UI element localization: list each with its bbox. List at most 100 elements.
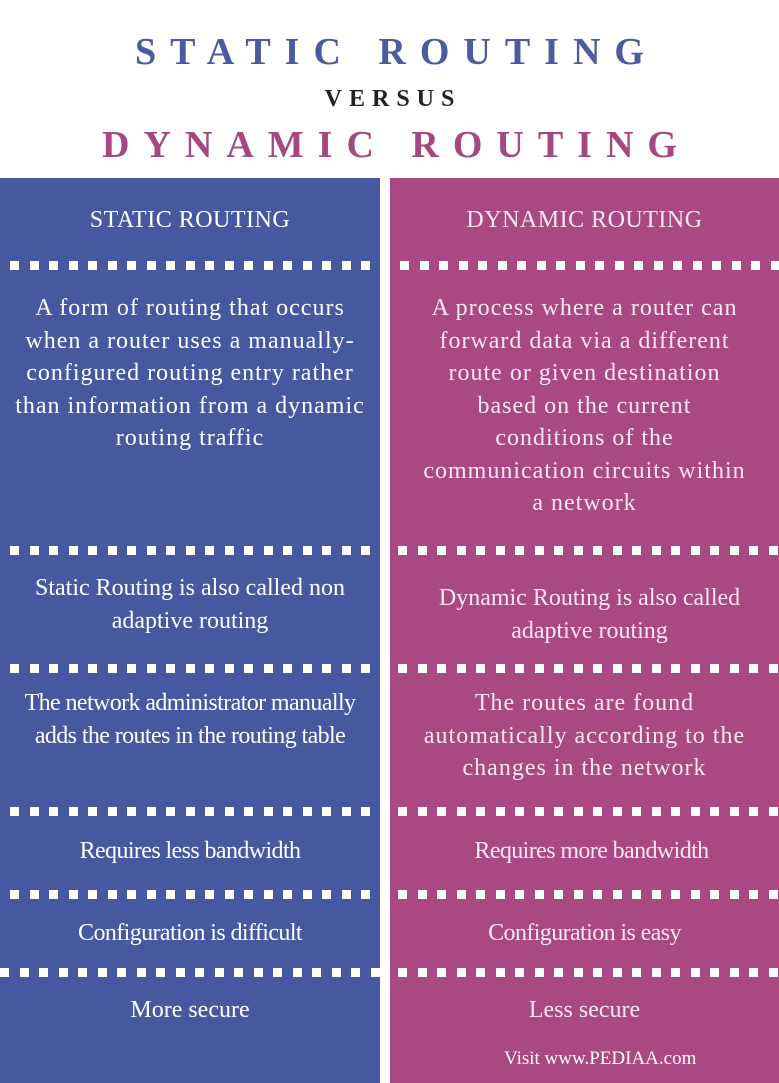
divider-dot xyxy=(146,807,156,816)
divider-dot xyxy=(107,546,117,555)
divider-dot xyxy=(146,664,156,673)
divider-dot xyxy=(78,968,87,977)
divider-dot xyxy=(456,968,466,977)
divider-dot xyxy=(593,890,602,899)
divider-dot xyxy=(651,664,661,673)
divider-dot xyxy=(632,807,641,816)
divider-dot xyxy=(49,890,58,899)
divider-dot xyxy=(517,261,526,270)
divider-dot xyxy=(224,807,234,816)
divider-dot xyxy=(768,807,778,816)
title-dynamic-routing: DYNAMIC ROUTING xyxy=(102,124,691,166)
divider-dot xyxy=(478,261,487,270)
divider-dot xyxy=(29,664,39,673)
divider-dot xyxy=(205,890,214,899)
divider-dot xyxy=(341,807,351,816)
static-route-entry: The network administrator manually adds … xyxy=(24,690,356,749)
divider-dot xyxy=(690,968,700,977)
divider-dot xyxy=(244,890,253,899)
divider-dot xyxy=(573,664,583,673)
divider-dot xyxy=(536,261,546,270)
divider-dot xyxy=(731,261,741,270)
divider-dot xyxy=(534,664,544,673)
divider-dot xyxy=(117,968,126,977)
divider-dot xyxy=(749,546,758,555)
divider-dot xyxy=(205,546,214,555)
divider-dot xyxy=(710,968,719,977)
divider-dot xyxy=(437,664,446,673)
divider-dot xyxy=(534,807,544,816)
divider-dot xyxy=(476,807,485,816)
divider-dot xyxy=(476,664,485,673)
divider-dot xyxy=(439,261,448,270)
divider-dot xyxy=(398,664,407,673)
dynamic-routing-column: DYNAMIC ROUTING A process where a router… xyxy=(390,178,779,1083)
divider-dot xyxy=(751,261,760,270)
divider-dot xyxy=(768,890,778,899)
divider-dot xyxy=(398,968,407,977)
dynamic-bandwidth: Requires more bandwidth xyxy=(474,838,709,864)
divider-dot xyxy=(651,546,661,555)
divider-dot xyxy=(361,890,370,899)
divider-dot xyxy=(341,546,351,555)
divider-dot xyxy=(166,261,175,270)
divider-dot xyxy=(68,890,78,899)
divider-dot xyxy=(146,546,156,555)
divider-dot xyxy=(515,546,524,555)
divider-dot xyxy=(476,890,485,899)
divider-dot xyxy=(185,890,195,899)
divider-dot xyxy=(554,968,563,977)
static-definition: A form of routing that occurs when a rou… xyxy=(15,295,365,451)
divider-dot xyxy=(127,261,136,270)
divider-dot xyxy=(146,890,156,899)
divider-dot xyxy=(671,664,680,673)
divider-dot xyxy=(166,807,175,816)
dynamic-column-header: DYNAMIC ROUTING xyxy=(466,207,703,233)
divider-dot xyxy=(68,546,78,555)
divider-dot xyxy=(195,968,204,977)
divider-dot xyxy=(205,261,214,270)
divider-dot xyxy=(749,968,758,977)
divider-dot xyxy=(283,546,292,555)
divider-dot xyxy=(97,968,107,977)
divider-dot xyxy=(614,261,624,270)
divider-dot xyxy=(361,664,370,673)
divider-dot xyxy=(476,968,485,977)
divider-dot xyxy=(234,968,243,977)
divider-dot xyxy=(224,546,234,555)
divider-dot xyxy=(632,664,641,673)
divider-dot xyxy=(729,546,739,555)
divider-dot xyxy=(361,546,370,555)
divider-dot xyxy=(690,807,700,816)
divider-dot xyxy=(612,890,622,899)
static-alias: Static Routing is also called non adapti… xyxy=(35,575,345,634)
divider-dot xyxy=(49,546,58,555)
divider-dot xyxy=(690,890,700,899)
divider-dot xyxy=(341,261,351,270)
divider-dot xyxy=(417,664,427,673)
divider-dot xyxy=(10,890,19,899)
divider-dot xyxy=(127,890,136,899)
divider-dot xyxy=(673,261,682,270)
static-routing-column: STATIC ROUTING A form of routing that oc… xyxy=(0,178,380,1083)
divider-dot xyxy=(419,261,429,270)
dynamic-definition: A process where a router can forward dat… xyxy=(423,295,746,516)
dynamic-security: Less secure xyxy=(528,997,641,1023)
divider-dot xyxy=(593,968,602,977)
divider-dot xyxy=(273,968,282,977)
title-static-routing: STATIC ROUTING xyxy=(135,31,658,73)
divider-dot xyxy=(653,261,663,270)
divider-dot xyxy=(495,546,505,555)
divider-dot xyxy=(39,968,48,977)
divider-dot xyxy=(671,890,680,899)
divider-dot xyxy=(749,664,758,673)
divider-dot xyxy=(175,968,185,977)
divider-dot xyxy=(749,807,758,816)
divider-dot xyxy=(417,890,427,899)
divider-dot xyxy=(322,261,331,270)
divider-dot xyxy=(302,546,312,555)
static-configuration: Configuration is difficult xyxy=(78,920,303,946)
divider-dot xyxy=(351,968,360,977)
divider-dot xyxy=(0,968,9,977)
divider-dot xyxy=(690,664,700,673)
